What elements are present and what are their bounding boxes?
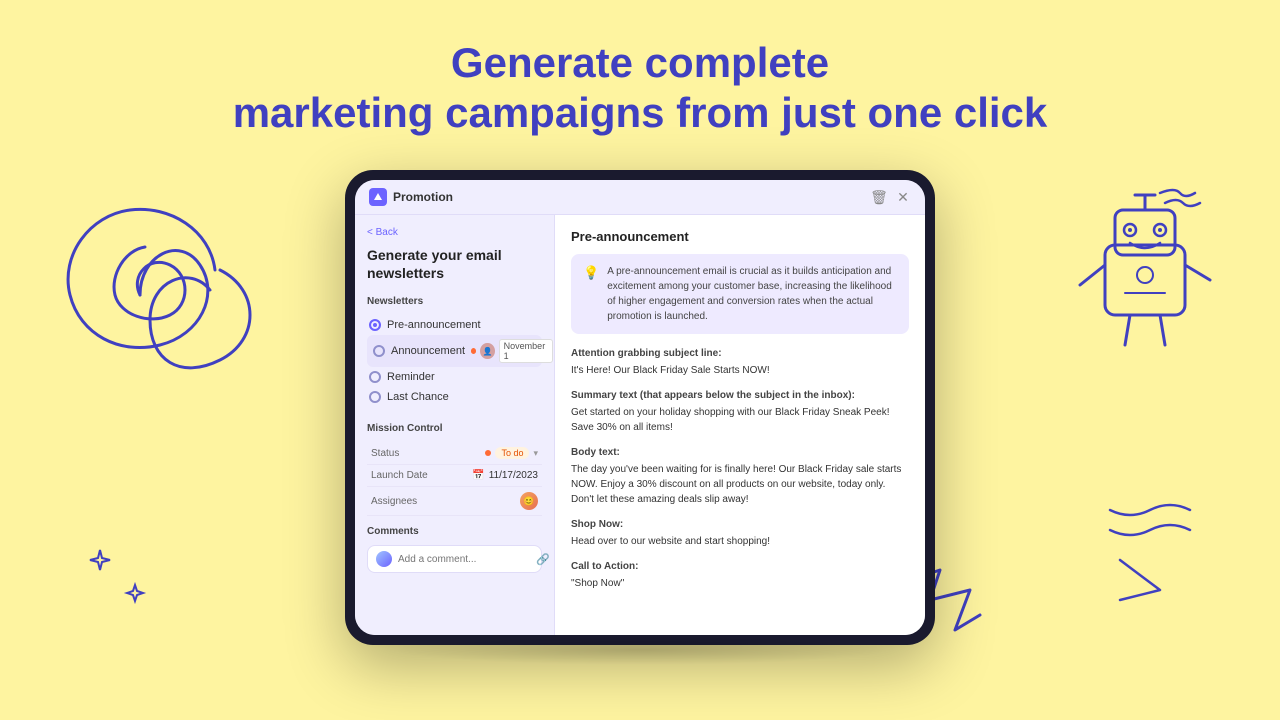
content-label: Summary text (that appears below the sub… (571, 390, 909, 401)
comment-actions: 🔗 ⤢ (536, 553, 555, 566)
comment-input-row: 🔗 ⤢ (367, 545, 542, 573)
assignee-avatar: 😊 (520, 492, 538, 510)
content-section: Body text: The day you've been waiting f… (571, 447, 909, 507)
reminder-label: Reminder (387, 371, 435, 383)
newsletter-item-pre-announcement[interactable]: Pre-announcement (367, 315, 542, 335)
content-value: Get started on your holiday shopping wit… (571, 405, 909, 435)
comments-label: Comments (367, 526, 542, 537)
launch-date-value: 📅 11/17/2023 (472, 470, 538, 481)
tablet-screen: Promotion 🗑 ✕ < Back Generate your email… (355, 180, 925, 635)
comments-section: Comments 🔗 ⤢ (367, 526, 542, 573)
status-label: Status (371, 448, 399, 459)
newsletter-item-announcement[interactable]: Announcement 👤 November 1 › (367, 335, 542, 367)
announcement-meta: 👤 November 1 › (471, 339, 555, 363)
hero-line1: Generate complete (451, 39, 829, 86)
assignees-label: Assignees (371, 496, 417, 507)
title-bar: Promotion 🗑 ✕ (355, 180, 925, 215)
pre-announcement-label: Pre-announcement (387, 319, 481, 331)
status-value: To do ▾ (485, 447, 538, 459)
app-content: < Back Generate your email newsletters N… (355, 215, 925, 635)
content-label: Call to Action: (571, 561, 909, 572)
hero-section: Generate complete marketing campaigns fr… (0, 0, 1280, 139)
title-bar-left: Promotion (369, 188, 453, 206)
assignees-value: 😊 (520, 492, 538, 510)
left-panel-title: Generate your email newsletters (367, 246, 542, 282)
tablet-frame: Promotion 🗑 ✕ < Back Generate your email… (345, 170, 935, 645)
announcement-label: Announcement (391, 345, 465, 357)
status-badge: To do (495, 447, 529, 459)
left-panel: < Back Generate your email newsletters N… (355, 215, 555, 635)
tablet-device: Promotion 🗑 ✕ < Back Generate your email… (345, 170, 935, 645)
content-section: Shop Now: Head over to our website and s… (571, 519, 909, 549)
announcement-date: November 1 (499, 339, 553, 363)
app-title: Promotion (393, 190, 453, 204)
status-row[interactable]: Status To do ▾ (367, 442, 542, 465)
content-sections: Attention grabbing subject line: It's He… (571, 348, 909, 591)
chevron-down-icon: ▾ (533, 448, 538, 459)
mission-control-section: Mission Control Status To do ▾ Launch Da… (367, 423, 542, 516)
content-value: It's Here! Our Black Friday Sale Starts … (571, 363, 909, 378)
dot-orange (485, 450, 491, 456)
close-button[interactable]: ✕ (895, 189, 911, 205)
content-value: "Shop Now" (571, 576, 909, 591)
right-panel: Pre-announcement 💡 A pre-announcement em… (555, 215, 925, 635)
content-section: Attention grabbing subject line: It's He… (571, 348, 909, 378)
dot-indicator (471, 348, 476, 354)
promo-icon (369, 188, 387, 206)
radio-announcement (373, 345, 385, 357)
hero-line2: marketing campaigns from just one click (233, 89, 1048, 136)
assignees-row[interactable]: Assignees 😊 (367, 487, 542, 516)
content-label: Attention grabbing subject line: (571, 348, 909, 359)
launch-date-label: Launch Date (371, 470, 428, 481)
right-panel-heading: Pre-announcement (571, 229, 909, 244)
announcement-avatar: 👤 (480, 343, 494, 359)
link-icon[interactable]: 🔗 (536, 553, 550, 566)
calendar-icon: 📅 (472, 470, 484, 481)
delete-button[interactable]: 🗑 (871, 189, 887, 205)
info-box: 💡 A pre-announcement email is crucial as… (571, 254, 909, 334)
info-text: A pre-announcement email is crucial as i… (607, 264, 897, 324)
title-bar-actions: 🗑 ✕ (871, 189, 911, 205)
comment-user-avatar (376, 551, 392, 567)
newsletter-item-last-chance[interactable]: Last Chance (367, 387, 542, 407)
content-value: Head over to our website and start shopp… (571, 534, 909, 549)
info-icon: 💡 (583, 265, 599, 324)
launch-date-row[interactable]: Launch Date 📅 11/17/2023 (367, 465, 542, 487)
newsletter-item-reminder[interactable]: Reminder (367, 367, 542, 387)
radio-pre-announcement (369, 319, 381, 331)
last-chance-label: Last Chance (387, 391, 449, 403)
tablet-reflection (390, 635, 890, 665)
content-label: Shop Now: (571, 519, 909, 530)
radio-last-chance (369, 391, 381, 403)
content-section: Summary text (that appears below the sub… (571, 390, 909, 435)
comment-input[interactable] (398, 554, 530, 565)
content-value: The day you've been waiting for is final… (571, 462, 909, 507)
radio-reminder (369, 371, 381, 383)
launch-date: 11/17/2023 (489, 470, 538, 481)
newsletter-list: Pre-announcement Announcement 👤 November… (367, 315, 542, 407)
content-section: Call to Action: "Shop Now" (571, 561, 909, 591)
mission-control-label: Mission Control (367, 423, 542, 434)
back-link[interactable]: < Back (367, 227, 542, 238)
newsletters-label: Newsletters (367, 296, 542, 307)
content-label: Body text: (571, 447, 909, 458)
